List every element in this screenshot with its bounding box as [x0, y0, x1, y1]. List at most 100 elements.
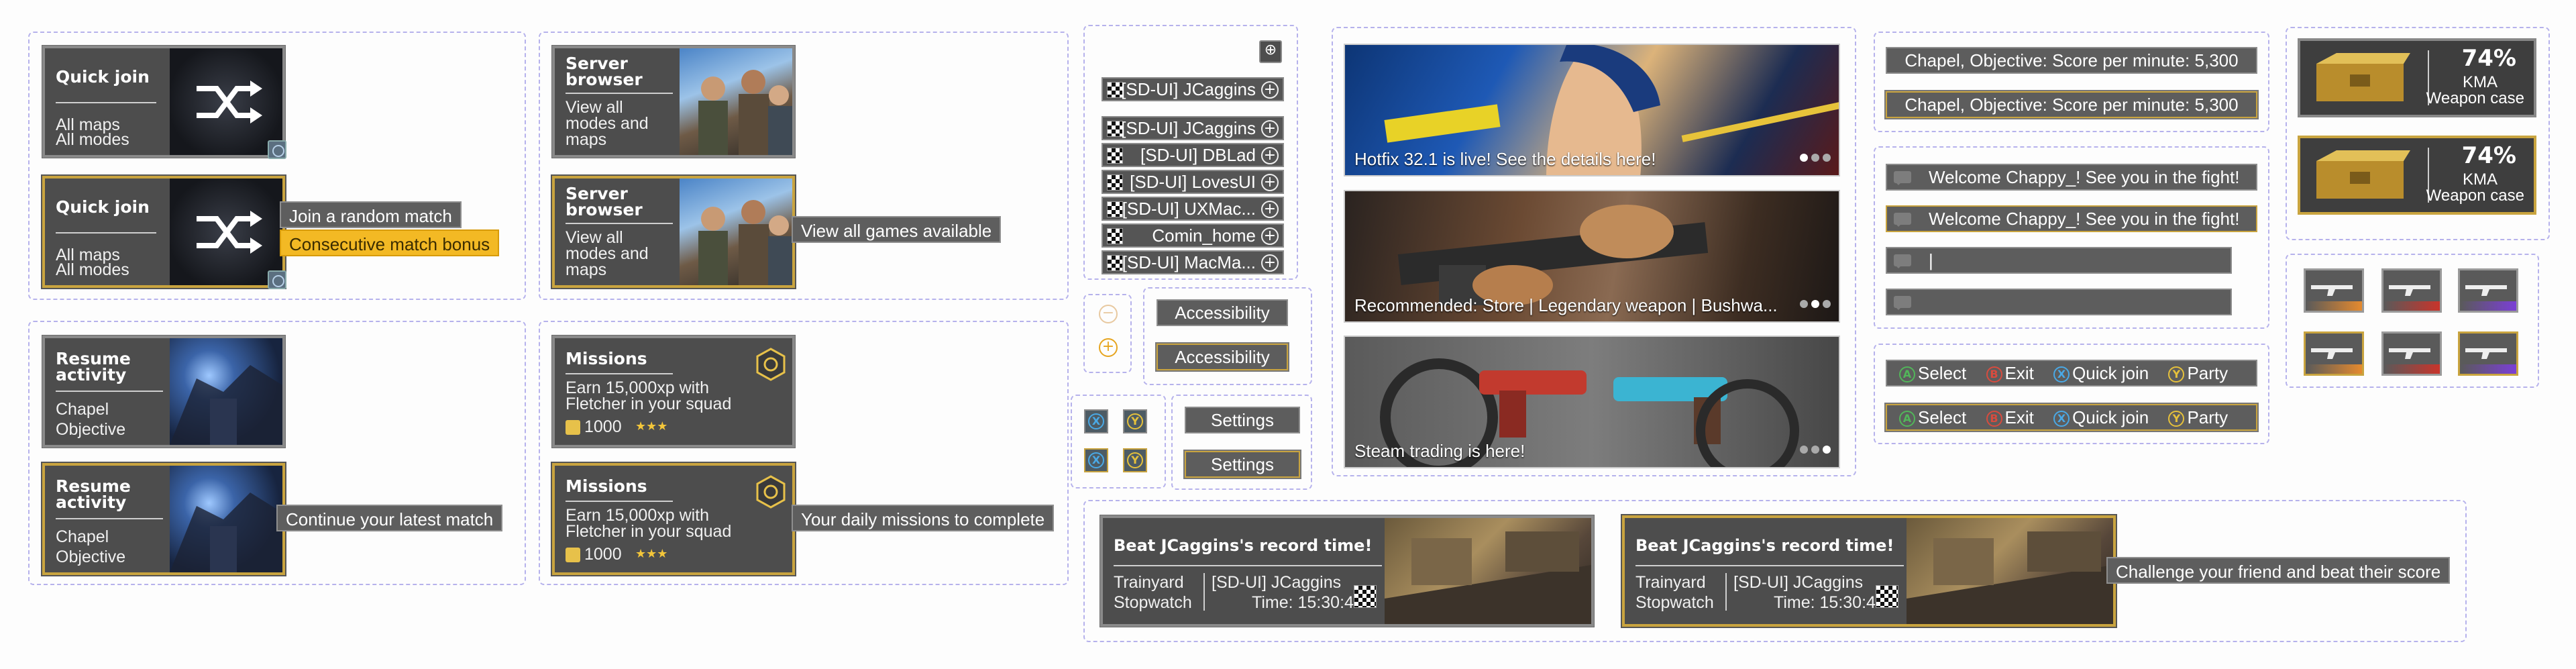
server-browser-squad-image [680, 178, 792, 285]
button-b-icon: B [1986, 366, 2002, 383]
chat-input-empty[interactable] [1886, 289, 2232, 315]
hint-exit: Exit [2004, 407, 2034, 427]
button-x-icon: X [1088, 413, 1104, 429]
weapon-case-item[interactable]: 74% KMA Weapon case [2298, 38, 2536, 117]
record-divider [1203, 573, 1205, 611]
server-browser-card[interactable]: Server browser View all modes and maps [552, 46, 795, 158]
glyph-y-box-focused[interactable]: Y [1123, 448, 1147, 472]
consecutive-match-bonus-badge: Consecutive match bonus [280, 229, 500, 256]
glyph-x-box-focused[interactable]: X [1084, 448, 1108, 472]
button-x-icon: X [2053, 366, 2070, 383]
trainyard-map-thumbnail [1385, 518, 1591, 624]
carousel-dots[interactable] [1796, 152, 1831, 164]
friend-row-highlight[interactable]: [SD-UI] JCaggins + [1102, 77, 1284, 101]
glyph-x-box[interactable]: X [1084, 409, 1108, 433]
invite-plus-icon[interactable]: + [1261, 201, 1279, 218]
hint-party: Party [2187, 363, 2229, 383]
friend-name: [SD-UI] DBLad [1140, 145, 1256, 165]
friend-row[interactable]: [SD-UI] DBLad + [1102, 143, 1284, 167]
accessibility-button[interactable]: Accessibility [1157, 299, 1288, 326]
invite-plus-icon[interactable]: + [1261, 254, 1279, 272]
chat-message-text: Welcome Chappy_! See you in the fight! [1929, 167, 2240, 187]
button-y-icon: Y [2168, 366, 2185, 383]
invite-plus-icon[interactable]: + [1261, 227, 1279, 245]
gold-crate-icon [2316, 150, 2410, 199]
invite-plus-icon[interactable]: + [1261, 147, 1279, 164]
missions-card[interactable]: Missions Earn 15,000xp with Fletcher in … [552, 336, 795, 448]
record-rule [1635, 565, 1904, 566]
resume-activity-card[interactable]: Resume activity Chapel Objective [42, 336, 285, 448]
settings-button[interactable]: Settings [1185, 407, 1300, 433]
resume-title-l2: activity [56, 493, 127, 512]
record-time: Time: 15:30:42 [1774, 593, 1885, 612]
friend-name: [SD-UI] JCaggins [1121, 118, 1256, 138]
weapon-tile-purple-focused[interactable] [2458, 331, 2518, 376]
friend-row[interactable]: Comin_home + [1102, 223, 1284, 248]
group-glyphs [1071, 395, 1166, 488]
record-challenge-card[interactable]: Beat JCaggins's record time! Trainyard S… [1100, 515, 1594, 627]
weapon-tile-orange-focused[interactable] [2304, 331, 2364, 376]
friend-row[interactable]: [SD-UI] UXMac... + [1102, 197, 1284, 221]
settings-button-focused[interactable]: Settings [1185, 451, 1300, 478]
carousel-dots[interactable] [1796, 298, 1831, 311]
missions-rule [566, 501, 673, 502]
invite-plus-icon[interactable]: + [1261, 174, 1279, 191]
missions-stars: ★★★ [635, 419, 668, 433]
server-browser-sub-l3: maps [566, 260, 607, 279]
quick-join-line2: All modes [56, 130, 129, 149]
chapel-map-thumbnail [170, 338, 282, 445]
invite-plus-icon[interactable]: + [1261, 120, 1279, 138]
hint-quick-join: Quick join [2072, 407, 2149, 427]
score-bar[interactable]: Chapel, Objective: Score per minute: 5,3… [1886, 47, 2257, 74]
server-browser-rule [566, 93, 673, 94]
carousel-dots[interactable] [1796, 444, 1831, 456]
quick-join-card[interactable]: Quick join All maps All modes [42, 46, 286, 159]
soldiers-illustration [698, 70, 792, 155]
checkered-flag-icon [1107, 255, 1123, 271]
trainyard-illustration [1907, 531, 2113, 624]
button-a-icon: A [1899, 411, 1915, 427]
accessibility-button-focused[interactable]: Accessibility [1157, 344, 1288, 370]
chat-input-active[interactable]: | [1886, 247, 2232, 274]
score-bar-focused[interactable]: Chapel, Objective: Score per minute: 5,3… [1886, 91, 2257, 118]
checkered-flag-icon [1107, 148, 1123, 164]
friend-row[interactable]: [SD-UI] JCaggins + [1102, 116, 1284, 140]
invite-plus-icon[interactable]: + [1261, 81, 1279, 99]
glyph-y-box[interactable]: Y [1123, 409, 1147, 433]
friend-row[interactable]: [SD-UI] MacMa... + [1102, 250, 1284, 274]
chat-input-caret: | [1929, 250, 1933, 270]
chat-message-focused[interactable]: Welcome Chappy_! See you in the fight! [1886, 205, 2257, 232]
resume-rule [56, 518, 163, 519]
friend-name: [SD-UI] MacMa... [1122, 252, 1256, 272]
banner-caption: Recommended: Store | Legendary weapon | … [1354, 295, 1778, 315]
missions-title: Missions [566, 349, 647, 368]
minus-circle-icon[interactable]: − [1099, 305, 1118, 323]
resume-line1: Chapel [56, 400, 109, 419]
resume-activity-card-focused[interactable]: Resume activity Chapel Objective [42, 463, 285, 575]
server-browser-sub-l3: maps [566, 130, 607, 149]
soldiers-illustration [698, 200, 792, 285]
chat-message: Welcome Chappy_! See you in the fight! [1886, 164, 2257, 191]
weapon-tile-red[interactable] [2381, 268, 2442, 313]
friend-row[interactable]: [SD-UI] LovesUI + [1102, 170, 1284, 194]
record-challenge-card-focused[interactable]: Beat JCaggins's record time! Trainyard S… [1622, 515, 2116, 627]
record-player: [SD-UI] JCaggins [1212, 573, 1342, 592]
news-banner-store[interactable]: Recommended: Store | Legendary weapon | … [1344, 190, 1840, 323]
missions-card-focused[interactable]: Missions Earn 15,000xp with Fletcher in … [552, 463, 795, 575]
weapon-case-item-focused[interactable]: 74% KMA Weapon case [2298, 136, 2536, 215]
plus-circle-icon[interactable]: + [1099, 338, 1118, 357]
hint-select: Select [1918, 407, 1967, 427]
server-browser-rule [566, 223, 673, 224]
add-friend-icon[interactable]: ⊕ [1259, 40, 1282, 63]
weapon-tile-purple[interactable] [2458, 268, 2518, 313]
weapon-tile-red-alt[interactable] [2381, 331, 2442, 376]
server-browser-card-focused[interactable]: Server browser View all modes and maps [552, 176, 795, 288]
hint-select: Select [1918, 363, 1967, 383]
record-map: Trainyard [1114, 573, 1184, 592]
resume-line2: Objective [56, 420, 126, 439]
weapon-case-name: Weapon case [2426, 187, 2524, 205]
weapon-tile-orange[interactable] [2304, 268, 2364, 313]
news-banner-hotfix[interactable]: Hotfix 32.1 is live! See the details her… [1344, 44, 1840, 176]
quick-join-card-focused[interactable]: Quick join All maps All modes [42, 176, 286, 289]
news-banner-steam-trading[interactable]: Steam trading is here! [1344, 336, 1840, 468]
